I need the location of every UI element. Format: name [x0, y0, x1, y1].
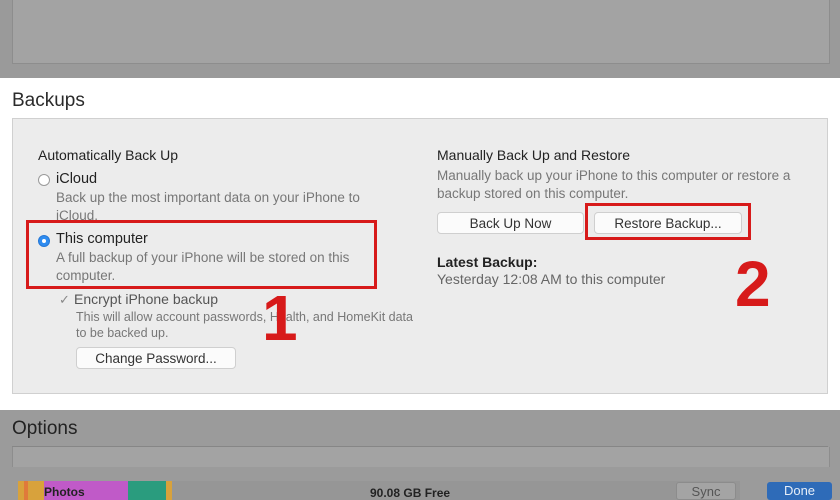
icloud-radio[interactable] [38, 174, 50, 186]
sync-button[interactable]: Sync [676, 482, 736, 500]
storage-segment-misc [166, 481, 172, 500]
top-panel [12, 0, 830, 64]
auto-backup-heading: Automatically Back Up [38, 147, 179, 163]
manual-backup-description: Manually back up your iPhone to this com… [437, 168, 791, 201]
icloud-label[interactable]: iCloud [56, 171, 97, 187]
manual-backup-heading: Manually Back Up and Restore [437, 147, 630, 163]
encrypt-label[interactable]: Encrypt iPhone backup [74, 291, 218, 307]
storage-segment-documents [28, 481, 44, 500]
backups-title: Backups [12, 90, 85, 111]
latest-backup-value: Yesterday 12:08 AM to this computer [437, 271, 666, 287]
back-up-now-button[interactable]: Back Up Now [437, 212, 584, 234]
encrypt-description: This will allow account passwords, Healt… [76, 310, 413, 340]
encrypt-checkbox[interactable]: ✓ [59, 292, 70, 308]
marker-number-2: 2 [735, 248, 771, 320]
storage-segment-audio [128, 481, 166, 500]
options-title: Options [12, 418, 78, 439]
highlight-box-1 [26, 220, 377, 289]
latest-backup-heading: Latest Backup: [437, 254, 538, 270]
change-password-button[interactable]: Change Password... [76, 347, 236, 369]
storage-photos-label: Photos [44, 485, 85, 499]
done-button[interactable]: Done [767, 482, 832, 500]
options-panel [12, 447, 830, 467]
highlight-box-2 [585, 203, 751, 240]
storage-free-label: 90.08 GB Free [370, 486, 451, 500]
marker-number-1: 1 [262, 282, 298, 354]
